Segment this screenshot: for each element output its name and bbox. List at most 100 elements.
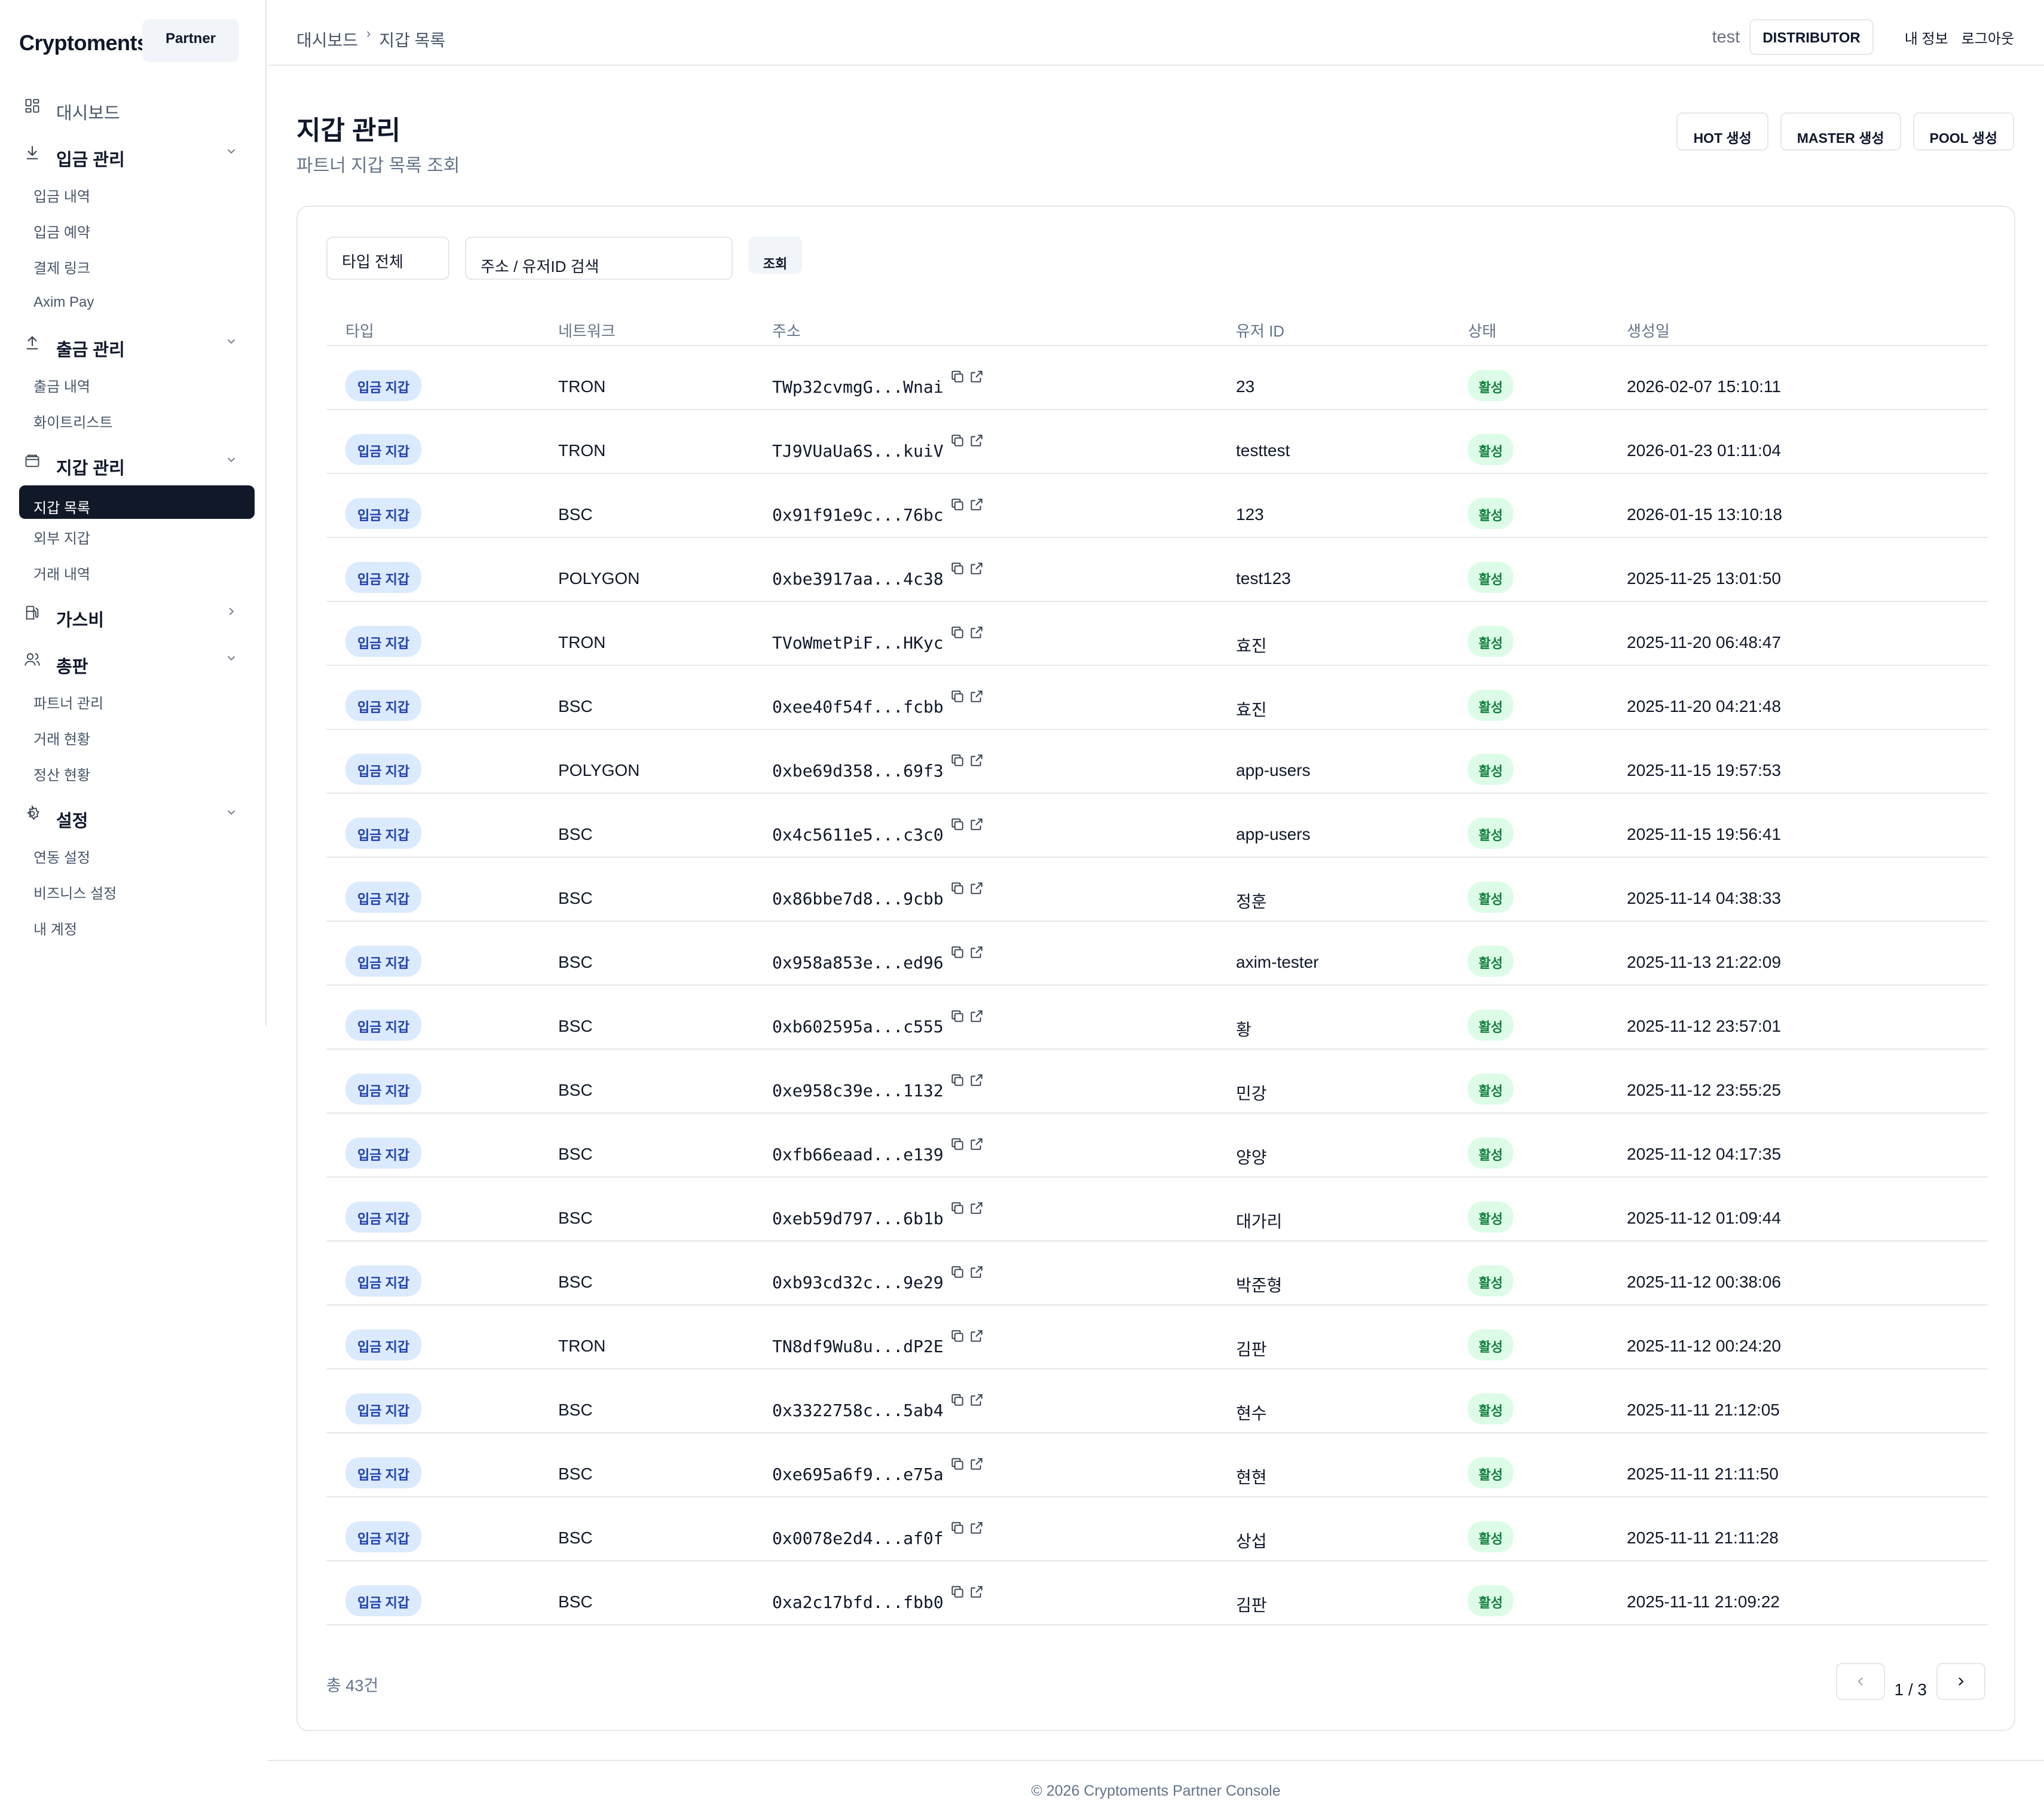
copy-icon[interactable] bbox=[950, 369, 965, 384]
external-link-icon[interactable] bbox=[969, 817, 984, 832]
wallet-address: 0xfb66eaad...e139 bbox=[772, 1145, 944, 1164]
my-info-link[interactable]: 내 정보 bbox=[1905, 27, 1948, 48]
sidebar-item-partner-management[interactable]: 파트너 관리 bbox=[0, 684, 265, 720]
external-link-icon[interactable] bbox=[969, 1072, 984, 1088]
sidebar-group-withdraw[interactable]: 출금 관리 bbox=[0, 320, 265, 367]
table-row[interactable]: 입금 지갑 BSC 0x3322758c...5ab4 현수 활성 2025-11-11 … bbox=[326, 1369, 1988, 1433]
sidebar-item-my-account[interactable]: 내 계정 bbox=[0, 910, 265, 946]
sidebar-item-business-settings[interactable]: 비즈니스 설정 bbox=[0, 874, 265, 910]
external-link-icon[interactable] bbox=[969, 369, 984, 384]
table-row[interactable]: 입금 지갑 BSC 0xe695a6f9...e75a 현현 활성 2025-11-11 … bbox=[326, 1433, 1988, 1497]
sidebar-item-settlement-status[interactable]: 정산 현황 bbox=[0, 756, 265, 791]
sidebar-item-external-wallet[interactable]: 외부 지갑 bbox=[0, 519, 265, 555]
copy-icon[interactable] bbox=[950, 1008, 965, 1024]
copy-icon[interactable] bbox=[950, 817, 965, 832]
external-link-icon[interactable] bbox=[969, 1200, 984, 1216]
search-button[interactable]: 조회 bbox=[748, 237, 802, 274]
table-row[interactable]: 입금 지갑 BSC 0x86bbe7d8...9cbb 정훈 활성 2025-11-14 … bbox=[326, 857, 1988, 922]
prev-page-button[interactable] bbox=[1835, 1663, 1885, 1700]
table-row[interactable]: 입금 지갑 BSC 0xa2c17bfd...fbb0 김판 활성 2025-11-11 … bbox=[326, 1561, 1988, 1625]
type-select[interactable]: 타입 전체 bbox=[326, 237, 449, 280]
create-hot-button[interactable]: HOT 생성 bbox=[1676, 112, 1768, 151]
external-link-icon[interactable] bbox=[969, 753, 984, 768]
copy-icon[interactable] bbox=[950, 880, 965, 896]
external-link-icon[interactable] bbox=[969, 1392, 984, 1408]
copy-icon[interactable] bbox=[950, 625, 965, 640]
external-link-icon[interactable] bbox=[969, 1456, 984, 1472]
type-badge: 입금 지갑 bbox=[345, 498, 422, 529]
breadcrumb-dashboard[interactable]: 대시보드 bbox=[296, 27, 358, 51]
copy-icon[interactable] bbox=[950, 1456, 965, 1472]
table-row[interactable]: 입금 지갑 BSC 0xeb59d797...6b1b 대가리 활성 2025-11-12… bbox=[326, 1177, 1988, 1242]
copy-icon[interactable] bbox=[950, 1072, 965, 1088]
external-link-icon[interactable] bbox=[969, 1136, 984, 1152]
table-row[interactable]: 입금 지갑 BSC 0xb93cd32c...9e29 박준형 활성 2025-11-12… bbox=[326, 1241, 1988, 1305]
external-link-icon[interactable] bbox=[969, 689, 984, 704]
sidebar-item-payment-link[interactable]: 결제 링크 bbox=[0, 249, 265, 285]
table-row[interactable]: 입금 지갑 BSC 0xe958c39e...1132 민강 활성 2025-11-12 … bbox=[326, 1049, 1988, 1114]
table-row[interactable]: 입금 지갑 TRON TWp32cvmgG...Wnai 23 활성 2026-02-07… bbox=[326, 346, 1988, 410]
copy-icon[interactable] bbox=[950, 433, 965, 448]
status-badge: 활성 bbox=[1468, 1201, 1514, 1233]
sidebar-item-trade-status[interactable]: 거래 현황 bbox=[0, 720, 265, 756]
external-link-icon[interactable] bbox=[969, 433, 984, 448]
table-row[interactable]: 입금 지갑 BSC 0xfb66eaad...e139 양양 활성 2025-11-12 … bbox=[326, 1113, 1988, 1178]
logout-link[interactable]: 로그아웃 bbox=[1962, 27, 2014, 48]
search-input[interactable]: 주소 / 유저ID 검색 bbox=[465, 237, 733, 280]
sidebar-item-label: 지갑 목록 bbox=[33, 500, 90, 516]
copy-icon[interactable] bbox=[950, 944, 965, 960]
sidebar-item-deposit-history[interactable]: 입금 내역 bbox=[0, 177, 265, 213]
sidebar-item-dashboard[interactable]: 대시보드 bbox=[0, 84, 265, 130]
copy-icon[interactable] bbox=[950, 1264, 965, 1280]
sidebar-group-deposit[interactable]: 입금 관리 bbox=[0, 130, 265, 177]
sidebar-item-deposit-reservation[interactable]: 입금 예약 bbox=[0, 213, 265, 249]
sidebar-group-distributor[interactable]: 총판 bbox=[0, 637, 265, 684]
copy-icon[interactable] bbox=[950, 497, 965, 512]
table-row[interactable]: 입금 지갑 POLYGON 0xbe69d358...69f3 app-users 활성… bbox=[326, 729, 1988, 794]
copy-icon[interactable] bbox=[950, 1520, 965, 1536]
external-link-icon[interactable] bbox=[969, 1584, 984, 1600]
sidebar-item-whitelist[interactable]: 화이트리스트 bbox=[0, 403, 265, 439]
external-link-icon[interactable] bbox=[969, 625, 984, 640]
table-row[interactable]: 입금 지갑 BSC 0xb602595a...c555 황 활성 2025-11-12 2… bbox=[326, 985, 1988, 1050]
external-link-icon[interactable] bbox=[969, 497, 984, 512]
external-link-icon[interactable] bbox=[969, 944, 984, 960]
external-link-icon[interactable] bbox=[969, 1328, 984, 1344]
table-row[interactable]: 입금 지갑 TRON TN8df9Wu8u...dP2E 김판 활성 2025-11-12… bbox=[326, 1305, 1988, 1369]
table-row[interactable]: 입금 지갑 POLYGON 0xbe3917aa...4c38 test123 활성 20… bbox=[326, 537, 1988, 602]
copy-icon[interactable] bbox=[950, 1136, 965, 1152]
sidebar-item-wallet-list[interactable]: 지갑 목록 bbox=[19, 485, 255, 519]
copy-icon[interactable] bbox=[950, 1200, 965, 1216]
copy-icon[interactable] bbox=[950, 1584, 965, 1600]
next-page-button[interactable] bbox=[1936, 1663, 1985, 1700]
create-master-button[interactable]: MASTER 생성 bbox=[1780, 112, 1901, 151]
sidebar-item-axim-pay[interactable]: Axim Pay bbox=[0, 285, 265, 320]
wallet-address: TVoWmetPiF...HKyc bbox=[772, 633, 944, 653]
table-row[interactable]: 입금 지갑 BSC 0x91f91e9c...76bc 123 활성 2026-01-15… bbox=[326, 473, 1988, 538]
table-row[interactable]: 입금 지갑 BSC 0xee40f54f...fcbb 효진 활성 2025-11-20 … bbox=[326, 665, 1988, 730]
copy-icon[interactable] bbox=[950, 753, 965, 768]
table-row[interactable]: 입금 지갑 BSC 0x0078e2d4...af0f 상섭 활성 2025-11-11 … bbox=[326, 1497, 1988, 1561]
sidebar-item-withdraw-history[interactable]: 출금 내역 bbox=[0, 367, 265, 403]
external-link-icon[interactable] bbox=[969, 1520, 984, 1536]
create-pool-button[interactable]: POOL 생성 bbox=[1913, 112, 2014, 151]
external-link-icon[interactable] bbox=[969, 561, 984, 576]
external-link-icon[interactable] bbox=[969, 1264, 984, 1280]
sidebar-item-integration-settings[interactable]: 연동 설정 bbox=[0, 838, 265, 874]
sidebar-group-gas[interactable]: 가스비 bbox=[0, 591, 265, 637]
table-row[interactable]: 입금 지갑 TRON TVoWmetPiF...HKyc 효진 활성 2025-11-20… bbox=[326, 601, 1988, 666]
table-row[interactable]: 입금 지갑 TRON TJ9VUaUa6S...kuiV testtest 활성 2026… bbox=[326, 409, 1988, 474]
copy-icon[interactable] bbox=[950, 689, 965, 704]
cell-network: BSC bbox=[539, 1113, 753, 1178]
sidebar-item-transactions[interactable]: 거래 내역 bbox=[0, 555, 265, 591]
table-row[interactable]: 입금 지갑 BSC 0x958a853e...ed96 axim-tester 활성 20… bbox=[326, 921, 1988, 986]
sidebar-group-settings[interactable]: 설정 bbox=[0, 791, 265, 838]
copy-icon[interactable] bbox=[950, 1392, 965, 1408]
copy-icon[interactable] bbox=[950, 1328, 965, 1344]
sidebar-group-wallet[interactable]: 지갑 관리 bbox=[0, 439, 265, 485]
cell-user-id: 현수 bbox=[1217, 1369, 1449, 1433]
external-link-icon[interactable] bbox=[969, 1008, 984, 1024]
table-row[interactable]: 입금 지갑 BSC 0x4c5611e5...c3c0 app-users 활성 2025… bbox=[326, 793, 1988, 858]
copy-icon[interactable] bbox=[950, 561, 965, 576]
external-link-icon[interactable] bbox=[969, 880, 984, 896]
